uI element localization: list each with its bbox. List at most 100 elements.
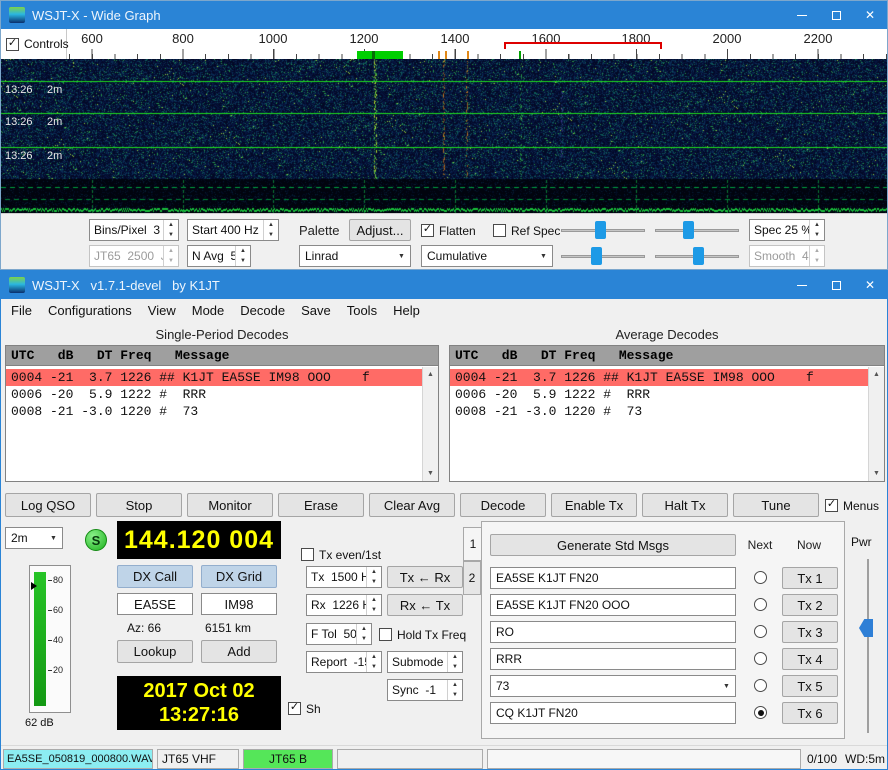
display-mode-combobox[interactable]: Cumulative ▼ <box>421 245 553 267</box>
tx6-message-field[interactable]: CQ K1JT FN20 <box>490 702 736 724</box>
spin-arrows[interactable]: ▲▼ <box>366 652 381 672</box>
spin-arrows[interactable]: ▲▼ <box>366 567 381 587</box>
spin-up-icon[interactable]: ▲ <box>367 595 381 605</box>
tx2-message-field[interactable]: EA5SE K1JT FN20 OOO <box>490 594 736 616</box>
decode-row[interactable]: 0008 -21 -3.0 1220 # 73 <box>450 403 868 420</box>
start-frequency-spinner[interactable]: Start 400 Hz ▲▼ <box>187 219 279 241</box>
spin-down-icon[interactable]: ▼ <box>448 690 462 700</box>
spin-arrows[interactable]: ▲▼ <box>447 680 462 700</box>
decode-body[interactable]: 0004 -21 3.7 1226 ## K1JT EA5SE IM98 OOO… <box>450 367 868 481</box>
wide-graph-titlebar[interactable]: WSJT-X - Wide Graph ✕ <box>1 1 887 29</box>
tx-even-checkbox[interactable]: Tx even/1st <box>301 547 381 562</box>
decode-row[interactable]: 0004 -21 3.7 1226 ## K1JT EA5SE IM98 OOO… <box>450 369 868 386</box>
clear-avg-button[interactable]: Clear Avg <box>369 493 455 517</box>
spin-arrows[interactable]: ▲▼ <box>366 595 381 615</box>
decode-row[interactable]: 0008 -21 -3.0 1220 # 73 <box>6 403 422 420</box>
spin-arrows[interactable]: ▲▼ <box>263 220 278 240</box>
tx5-now-button[interactable]: Tx 5 <box>782 675 838 697</box>
n-avg-spinner[interactable]: N Avg 5 ▲▼ <box>187 245 251 267</box>
spin-arrows[interactable]: ▲▼ <box>235 246 250 266</box>
menu-save[interactable]: Save <box>293 303 339 318</box>
scroll-down-icon[interactable]: ▼ <box>873 466 880 481</box>
tx-freq-spinner[interactable]: Tx 1500 Hz ▲▼ <box>306 566 382 588</box>
spin-arrows[interactable]: ▲▼ <box>356 624 371 644</box>
flatten-checkbox[interactable]: ✓ Flatten <box>421 223 476 238</box>
menu-file[interactable]: File <box>3 303 40 318</box>
sh-checkbox[interactable]: ✓ Sh <box>288 701 321 716</box>
tx4-now-button[interactable]: Tx 4 <box>782 648 838 670</box>
hold-tx-freq-checkbox[interactable]: Hold Tx Freq <box>379 627 466 642</box>
tx6-now-button[interactable]: Tx 6 <box>782 702 838 724</box>
spec-percent-spinner[interactable]: Spec 25 % ▲▼ <box>749 219 825 241</box>
spin-down-icon[interactable]: ▼ <box>367 662 381 672</box>
spin-up-icon[interactable]: ▲ <box>164 220 178 230</box>
decode-row[interactable]: 0006 -20 5.9 1222 # RRR <box>450 386 868 403</box>
menu-tools[interactable]: Tools <box>339 303 385 318</box>
close-button[interactable]: ✕ <box>853 1 887 29</box>
waterfall-gain-slider[interactable] <box>561 219 645 241</box>
spin-up-icon[interactable]: ▲ <box>448 652 462 662</box>
tx3-next-radio[interactable] <box>754 625 767 638</box>
tab-1[interactable]: 1 <box>463 527 482 561</box>
decode-body[interactable]: 0004 -21 3.7 1226 ## K1JT EA5SE IM98 OOO… <box>6 367 422 481</box>
tx1-message-field[interactable]: EA5SE K1JT FN20 <box>490 567 736 589</box>
spin-down-icon[interactable]: ▼ <box>810 230 824 240</box>
spin-down-icon[interactable]: ▼ <box>236 256 250 266</box>
spin-up-icon[interactable]: ▲ <box>448 680 462 690</box>
add-button[interactable]: Add <box>201 640 277 663</box>
tx6-next-radio[interactable] <box>754 706 767 719</box>
menu-help[interactable]: Help <box>385 303 428 318</box>
waterfall-zero-slider[interactable] <box>655 219 739 241</box>
bins-per-pixel-spinner[interactable]: Bins/Pixel 3 ▲▼ <box>89 219 179 241</box>
tx-from-rx-button[interactable]: Tx ← Rx <box>387 566 463 588</box>
menu-configurations[interactable]: Configurations <box>40 303 140 318</box>
spin-down-icon[interactable]: ▼ <box>448 662 462 672</box>
tx5-message-combobox[interactable]: 73 ▼ <box>490 675 736 697</box>
spin-down-icon[interactable]: ▼ <box>164 230 178 240</box>
adjust-palette-button[interactable]: Adjust... <box>349 219 411 241</box>
spin-down-icon[interactable]: ▼ <box>367 605 381 615</box>
spin-arrows[interactable]: ▲▼ <box>809 220 824 240</box>
slider-handle[interactable] <box>693 247 704 265</box>
tab-2[interactable]: 2 <box>463 561 481 595</box>
dx-grid-field[interactable]: IM98 <box>201 593 277 615</box>
monitor-button[interactable]: Monitor <box>187 493 273 517</box>
menu-decode[interactable]: Decode <box>232 303 293 318</box>
main-titlebar[interactable]: WSJT-X v1.7.1-devel by K1JT ✕ <box>1 271 887 299</box>
minimize-button[interactable] <box>785 271 819 299</box>
sync-spinner[interactable]: Sync -1 ▲▼ <box>387 679 463 701</box>
minimize-button[interactable] <box>785 1 819 29</box>
spin-arrows[interactable]: ▲▼ <box>447 652 462 672</box>
slider-handle[interactable] <box>591 247 602 265</box>
tx4-next-radio[interactable] <box>754 652 767 665</box>
tx1-next-radio[interactable] <box>754 571 767 584</box>
scrollbar[interactable]: ▲ ▼ <box>868 367 884 481</box>
spin-up-icon[interactable]: ▲ <box>236 246 250 256</box>
scrollbar[interactable]: ▲ ▼ <box>422 367 438 481</box>
pwr-slider-track[interactable] <box>867 559 869 733</box>
dx-grid-button[interactable]: DX Grid <box>201 565 277 588</box>
maximize-button[interactable] <box>819 271 853 299</box>
f-tol-spinner[interactable]: F Tol 50 ▲▼ <box>306 623 372 645</box>
slider-handle[interactable] <box>595 221 606 239</box>
generate-std-msgs-button[interactable]: Generate Std Msgs <box>490 534 736 556</box>
spin-up-icon[interactable]: ▲ <box>367 567 381 577</box>
stop-button[interactable]: Stop <box>96 493 182 517</box>
spin-down-icon[interactable]: ▼ <box>357 634 371 644</box>
enable-tx-button[interactable]: Enable Tx <box>551 493 637 517</box>
decode-button[interactable]: Decode <box>460 493 546 517</box>
report-spinner[interactable]: Report -15 ▲▼ <box>306 651 382 673</box>
tx1-now-button[interactable]: Tx 1 <box>782 567 838 589</box>
scroll-up-icon[interactable]: ▲ <box>427 367 434 382</box>
rx-from-tx-button[interactable]: Rx ← Tx <box>387 594 463 616</box>
maximize-button[interactable] <box>819 1 853 29</box>
tx4-message-field[interactable]: RRR <box>490 648 736 670</box>
tx2-next-radio[interactable] <box>754 598 767 611</box>
dx-call-button[interactable]: DX Call <box>117 565 193 588</box>
waterfall-display[interactable] <box>1 59 887 213</box>
menu-view[interactable]: View <box>140 303 184 318</box>
decode-row[interactable]: 0006 -20 5.9 1222 # RRR <box>6 386 422 403</box>
controls-checkbox[interactable]: ✓ Controls <box>6 37 69 52</box>
tx2-now-button[interactable]: Tx 2 <box>782 594 838 616</box>
menus-checkbox[interactable]: ✓ Menus <box>825 498 879 513</box>
